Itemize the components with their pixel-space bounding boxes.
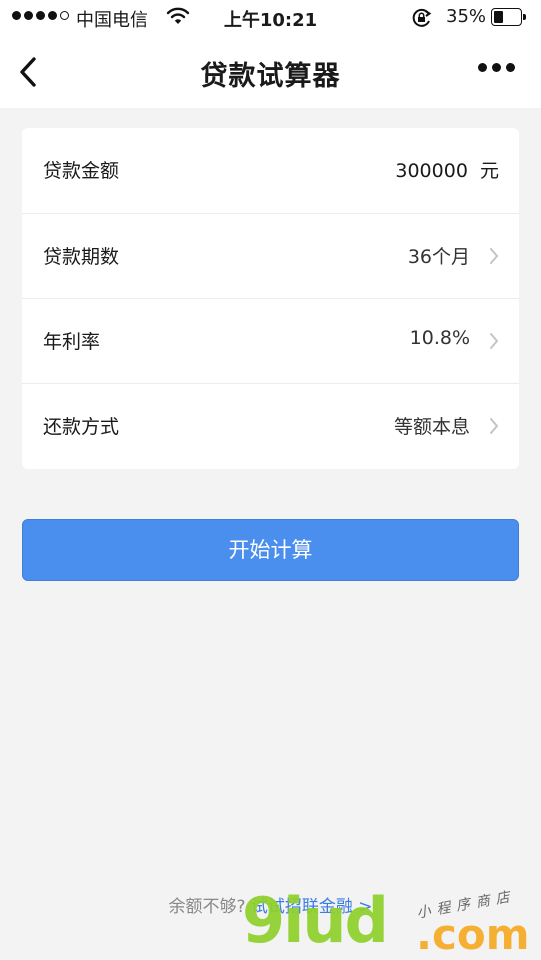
chevron-right-icon bbox=[490, 333, 499, 349]
loan-form-card: 贷款金额 300000 元 贷款期数 36个月 年利率 10.8% 还款方式 等… bbox=[22, 128, 519, 469]
loan-amount-row[interactable]: 贷款金额 300000 元 bbox=[22, 128, 519, 213]
annual-rate-row[interactable]: 年利率 10.8% bbox=[22, 298, 519, 384]
page-title: 贷款试算器 bbox=[200, 61, 341, 92]
chevron-right-icon bbox=[490, 248, 499, 264]
calculate-button[interactable]: 开始计算 bbox=[22, 519, 519, 581]
loan-term-row[interactable]: 贷款期数 36个月 bbox=[22, 213, 519, 299]
footer-prefix: 余额不够? bbox=[168, 897, 246, 917]
repayment-method-row[interactable]: 还款方式 等额本息 bbox=[22, 383, 519, 469]
status-bar: 中国电信 上午10:21 35% bbox=[0, 0, 541, 36]
loan-amount-label: 贷款金额 bbox=[43, 160, 120, 182]
navigation-bar: 贷款试算器 bbox=[0, 36, 541, 108]
loan-term-value: 36个月 bbox=[407, 246, 470, 268]
more-dots-icon[interactable] bbox=[478, 63, 515, 72]
orientation-lock-icon bbox=[412, 8, 432, 27]
watermark-brand: 9iud bbox=[242, 884, 389, 957]
battery-icon bbox=[491, 8, 527, 26]
repayment-method-label: 还款方式 bbox=[43, 416, 120, 438]
annual-rate-label: 年利率 bbox=[43, 331, 101, 353]
loan-amount-value[interactable]: 300000 元 bbox=[395, 156, 499, 183]
battery-percentage: 35% bbox=[446, 6, 487, 27]
watermark-domain: .com bbox=[416, 910, 530, 959]
annual-rate-value: 10.8% bbox=[409, 327, 470, 349]
repayment-method-value: 等额本息 bbox=[393, 416, 470, 438]
watermark-logo: 9iud 小程序商店 .com bbox=[240, 884, 540, 960]
chevron-right-icon bbox=[490, 418, 499, 434]
loan-term-label: 贷款期数 bbox=[43, 246, 120, 268]
